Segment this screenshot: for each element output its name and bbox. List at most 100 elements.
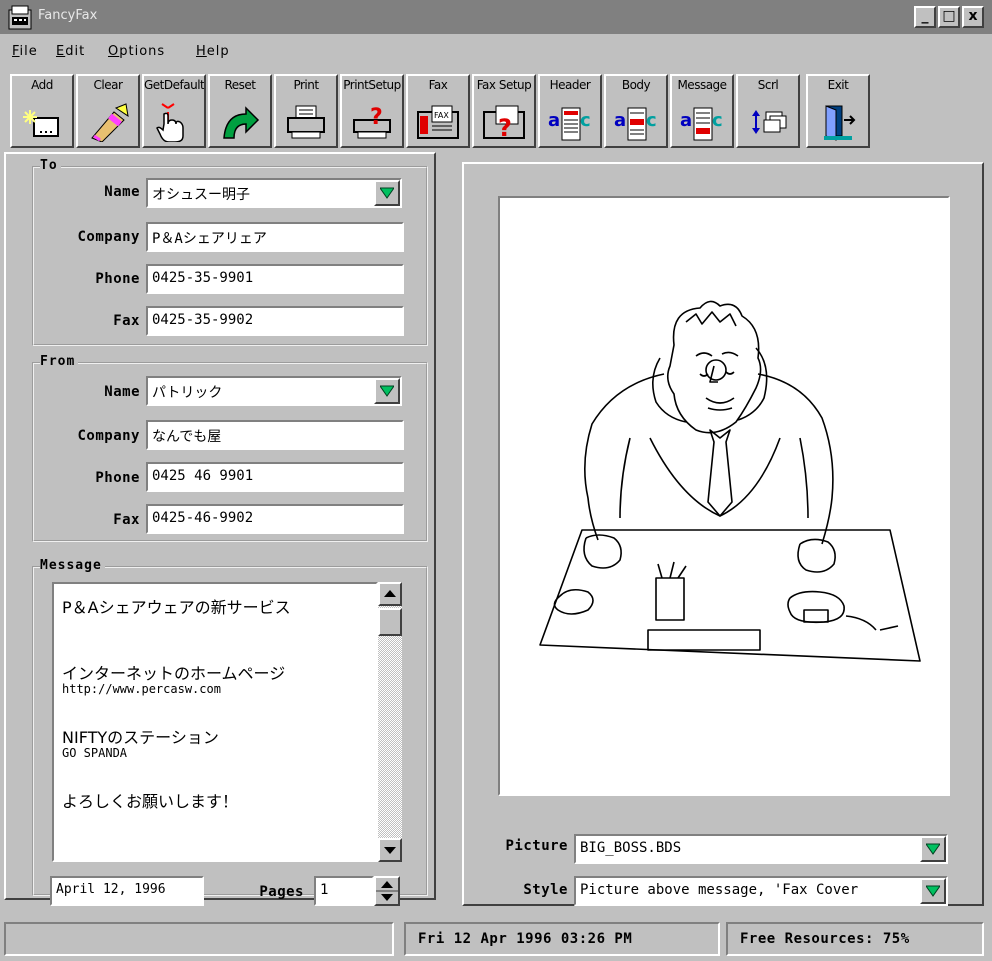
- abc-header-icon: a c: [548, 107, 591, 141]
- clear-label: Clear: [93, 78, 123, 92]
- picture-combo[interactable]: BIG_BOSS.BDS: [574, 834, 948, 864]
- to-company-field[interactable]: P＆Aシェアリェア: [146, 222, 404, 252]
- to-name-dropdown[interactable]: [374, 180, 400, 206]
- message-line: GO SPANDA: [62, 746, 128, 760]
- message-line: [62, 616, 368, 638]
- printsetup-button[interactable]: PrintSetup ?: [340, 74, 404, 148]
- fax-button[interactable]: Fax FAX: [406, 74, 470, 148]
- getdefault-label: GetDefault: [144, 78, 205, 92]
- menu-help[interactable]: Help: [196, 44, 230, 59]
- abc-body-icon: a c: [614, 107, 657, 141]
- message-line: [62, 638, 368, 660]
- from-company-field[interactable]: なんでも屋: [146, 420, 404, 450]
- svg-text:?: ?: [498, 114, 512, 142]
- svg-text:a: a: [614, 110, 626, 131]
- svg-text:?: ?: [370, 105, 383, 130]
- eraser-icon: [91, 103, 129, 142]
- fax-preview: [498, 196, 950, 796]
- print-button[interactable]: Print: [274, 74, 338, 148]
- message-scrollbar[interactable]: [378, 582, 402, 862]
- add-page-icon: [23, 110, 59, 137]
- svg-text:c: c: [646, 110, 657, 131]
- to-legend: To: [40, 158, 61, 173]
- picture-label: Picture: [505, 838, 568, 854]
- minimize-button[interactable]: _: [914, 6, 936, 28]
- to-company-label: Company: [77, 229, 140, 245]
- message-line: [62, 766, 368, 788]
- scroll-up-button[interactable]: [378, 582, 402, 606]
- exit-door-icon: [824, 105, 856, 141]
- to-fax-field[interactable]: 0425-35-9902: [146, 306, 404, 336]
- from-phone-label: Phone: [95, 470, 140, 486]
- toolbar: Add Clear GetDefault Reset Print PrintSe…: [0, 68, 992, 150]
- style-label: Style: [523, 882, 568, 898]
- to-name-combo[interactable]: オシュスー明子: [146, 178, 402, 208]
- pages-spinner[interactable]: [374, 876, 400, 906]
- triangle-down-icon: [926, 843, 940, 855]
- fax-setup-icon: ?: [483, 105, 525, 142]
- printer-icon: [287, 105, 325, 139]
- arrow-down-icon: [384, 847, 396, 854]
- to-phone-field[interactable]: 0425-35-9901: [146, 264, 404, 294]
- header-button[interactable]: Header a c: [538, 74, 602, 148]
- scroll-icon: [752, 110, 787, 134]
- svg-text:a: a: [680, 110, 692, 131]
- scrl-label: Scrl: [757, 78, 779, 92]
- to-name-label: Name: [104, 184, 140, 200]
- maximize-button[interactable]: □: [938, 6, 960, 28]
- message-textarea[interactable]: P＆Aシェアウェアの新サービス インターネットのホームページ http://www.…: [52, 582, 378, 862]
- faxsetup-button[interactable]: Fax Setup ?: [472, 74, 536, 148]
- menu-edit[interactable]: Edit: [56, 44, 85, 59]
- exit-button[interactable]: Exit: [806, 74, 870, 148]
- style-dropdown[interactable]: [920, 878, 946, 904]
- triangle-down-icon: [380, 187, 394, 199]
- print-label: Print: [293, 78, 319, 92]
- message-legend: Message: [40, 558, 105, 573]
- header-label: Header: [549, 78, 591, 92]
- add-button[interactable]: Add: [10, 74, 74, 148]
- from-fax-label: Fax: [113, 512, 140, 528]
- from-fax-field[interactable]: 0425-46-9902: [146, 504, 404, 534]
- menu-options[interactable]: Options: [108, 44, 165, 59]
- message-line: P＆Aシェアウェアの新サービス: [62, 598, 291, 617]
- pages-label: Pages: [259, 884, 304, 900]
- fax-label: Fax: [428, 78, 448, 92]
- window-title: FancyFax: [38, 8, 98, 23]
- from-name-combo[interactable]: パトリック: [146, 376, 402, 406]
- hand-ribbon-icon: [156, 103, 184, 142]
- clear-button[interactable]: Clear: [76, 74, 140, 148]
- pages-field[interactable]: 1: [314, 876, 374, 906]
- to-fax-label: Fax: [113, 313, 140, 329]
- svg-text:c: c: [580, 110, 591, 131]
- body-button[interactable]: Body a c: [604, 74, 668, 148]
- print-setup-icon: ?: [353, 105, 391, 139]
- scrl-button[interactable]: Scrl: [736, 74, 800, 148]
- spin-arrows-icon: [376, 881, 398, 901]
- reset-button[interactable]: Reset: [208, 74, 272, 148]
- message-label: Message: [677, 78, 727, 92]
- scroll-down-button[interactable]: [378, 838, 402, 862]
- fax-icon: FAX: [417, 105, 459, 139]
- status-message: [4, 922, 394, 956]
- close-button[interactable]: x: [962, 6, 984, 28]
- from-name-dropdown[interactable]: [374, 378, 400, 404]
- menu-file[interactable]: File: [12, 44, 38, 59]
- message-line: http://www.percasw.com: [62, 682, 221, 696]
- scroll-thumb[interactable]: [378, 608, 402, 636]
- body-label: Body: [621, 78, 651, 92]
- message-button[interactable]: Message a c: [670, 74, 734, 148]
- reset-label: Reset: [224, 78, 256, 92]
- getdefault-button[interactable]: GetDefault: [142, 74, 206, 148]
- faxsetup-label: Fax Setup: [476, 78, 532, 92]
- boss-at-desk-picture: [539, 300, 921, 662]
- title-bar[interactable]: FancyFax _ □ x: [0, 0, 992, 34]
- abc-message-icon: a c: [680, 107, 723, 141]
- from-phone-field[interactable]: 0425 46 9901: [146, 462, 404, 492]
- triangle-down-icon: [926, 885, 940, 897]
- from-legend: From: [40, 354, 79, 369]
- message-line: NIFTYのステーション: [62, 728, 219, 747]
- svg-text:c: c: [712, 110, 723, 131]
- message-line: インターネットのホームページ: [62, 664, 286, 683]
- style-combo[interactable]: Picture above message, 'Fax Cover: [574, 876, 948, 906]
- picture-dropdown[interactable]: [920, 836, 946, 862]
